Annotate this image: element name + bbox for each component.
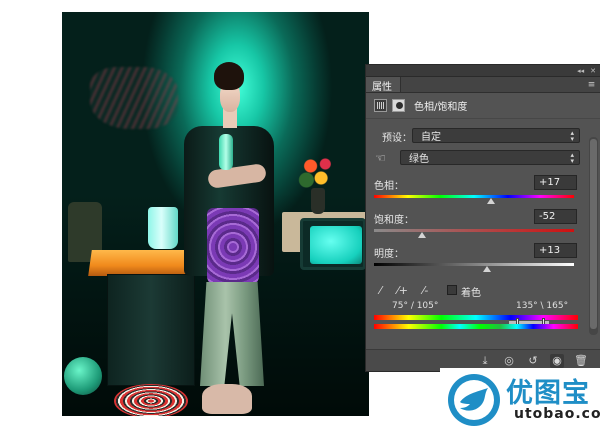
hue-saturation-icon[interactable] xyxy=(374,99,387,112)
eyedropper-minus-icon[interactable]: ⁄- xyxy=(419,284,432,297)
adjustment-header: 色相/饱和度 xyxy=(366,93,600,119)
preset-select[interactable]: 自定 ▴ ▾ xyxy=(412,128,580,143)
colorize-label: 着色 xyxy=(461,288,481,299)
woman-hair xyxy=(214,62,244,90)
jug xyxy=(148,207,178,249)
hue-input[interactable]: +17 xyxy=(534,175,577,190)
saturation-slider-track[interactable] xyxy=(374,229,574,232)
trash-icon[interactable]: 🗑 xyxy=(574,354,588,368)
football xyxy=(64,357,102,395)
channel-select[interactable]: 绿色 ▴ ▾ xyxy=(400,150,580,165)
flowers xyxy=(298,152,340,192)
collapse-icon[interactable]: ◂◂ xyxy=(577,67,584,75)
panel-header: 属性 ≡ xyxy=(366,77,600,93)
lightness-input[interactable]: +13 xyxy=(534,243,577,258)
chevron-updown-icon: ▴ ▾ xyxy=(570,151,574,165)
spectrum-bar-top xyxy=(374,315,578,320)
view-previous-state-icon[interactable]: ◎ xyxy=(502,354,516,368)
hue-slider-track[interactable] xyxy=(374,195,574,198)
hue-slider-thumb[interactable] xyxy=(487,198,495,204)
range-left-text: 75° / 105° xyxy=(392,301,439,311)
saturation-label: 饱和度： xyxy=(374,215,414,226)
clip-to-layer-icon[interactable]: ⤓ xyxy=(478,354,492,368)
preset-value: 自定 xyxy=(421,132,441,143)
tab-properties[interactable]: 属性 xyxy=(366,77,401,93)
panel-scrollbar-thumb[interactable] xyxy=(590,139,597,329)
range-right-text: 135° \ 165° xyxy=(516,301,569,311)
close-icon[interactable]: ✕ xyxy=(590,67,596,75)
watermark-domain: utobao.com xyxy=(514,406,600,422)
eyedropper-plus-icon[interactable]: ⁄+ xyxy=(396,284,409,297)
cabinet xyxy=(107,274,195,386)
lightness-slider-thumb[interactable] xyxy=(483,266,491,272)
television-screen xyxy=(310,226,362,264)
bottle xyxy=(219,134,233,170)
lightness-slider-track[interactable] xyxy=(374,263,574,266)
layer-mask-icon[interactable] xyxy=(392,99,405,112)
panel-menu-icon[interactable]: ≡ xyxy=(582,77,600,92)
watermark: 优图宝 utobao.com xyxy=(440,368,600,433)
spectrum-bar-bottom xyxy=(374,324,578,329)
properties-panel: ◂◂ ✕ 属性 ≡ 色相/饱和度 预设： 自定 ▴ ▾ ☜ 绿色 ▴ ▾ 色相： +… xyxy=(365,64,600,372)
channel-value: 绿色 xyxy=(409,154,429,165)
lightness-label: 明度： xyxy=(374,249,404,260)
saturation-slider-thumb[interactable] xyxy=(418,232,426,238)
bird-logo xyxy=(448,374,500,426)
woman-skirt xyxy=(207,208,259,286)
panel-topbar: ◂◂ ✕ xyxy=(366,65,600,77)
eyedropper-icon[interactable]: ⁄ xyxy=(374,284,387,297)
saturation-input[interactable]: -52 xyxy=(534,209,577,224)
adjustment-title: 色相/饱和度 xyxy=(414,102,468,113)
preset-label: 预设： xyxy=(382,133,412,144)
woman-feet xyxy=(202,384,252,414)
photo-canvas[interactable] xyxy=(62,12,369,416)
hue-label: 色相： xyxy=(374,181,404,192)
chevron-updown-icon: ▴ ▾ xyxy=(570,129,574,143)
rug xyxy=(114,384,188,416)
panel-scrollbar[interactable] xyxy=(589,137,598,335)
watermark-title: 优图宝 xyxy=(506,378,590,409)
colorize-checkbox[interactable] xyxy=(447,285,457,295)
targeted-adjustment-hand-icon[interactable]: ☜ xyxy=(375,151,386,165)
eye-icon[interactable]: ◉ xyxy=(550,353,564,368)
reset-icon[interactable]: ↺ xyxy=(526,354,540,368)
